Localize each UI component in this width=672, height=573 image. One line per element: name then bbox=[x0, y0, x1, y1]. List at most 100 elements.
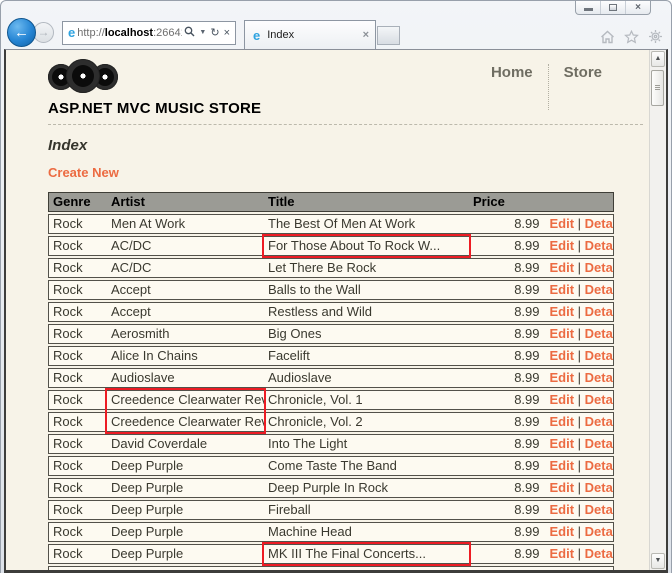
edit-link[interactable]: Edit bbox=[550, 348, 575, 363]
cell-price: 8.99 bbox=[469, 214, 542, 234]
cell-title: Facelift bbox=[264, 346, 469, 366]
album-table-body: Rock Men At Work The Best Of Men At Work 8.… bbox=[48, 214, 614, 570]
edit-link[interactable]: Edit bbox=[550, 458, 575, 473]
cell-artist: Deep Purple bbox=[107, 544, 264, 564]
details-link[interactable]: Details bbox=[585, 392, 613, 407]
edit-link[interactable]: Edit bbox=[550, 546, 575, 561]
site-title: ASP.NET MVC MUSIC STORE bbox=[48, 100, 262, 117]
tab-index[interactable]: e Index × bbox=[244, 20, 376, 49]
cell-price: 8.99 bbox=[469, 500, 542, 520]
cell-title: Chronicle, Vol. 1 bbox=[264, 390, 469, 410]
cell-artist: David Coverdale bbox=[107, 434, 264, 454]
cell-artist: Creedence Clearwater Revi... bbox=[107, 412, 264, 432]
nav-link-store[interactable]: Store bbox=[549, 64, 617, 81]
details-link[interactable]: Details bbox=[585, 546, 613, 561]
column-header-artist: Artist bbox=[107, 192, 264, 212]
cell-artist: AC/DC bbox=[107, 258, 264, 278]
edit-link[interactable]: Edit bbox=[550, 392, 575, 407]
table-header-row: Genre Artist Title Price bbox=[48, 192, 614, 212]
search-icon[interactable] bbox=[182, 26, 197, 40]
back-button[interactable]: ← bbox=[7, 17, 36, 47]
settings-gear-icon[interactable] bbox=[648, 29, 663, 44]
table-row: Rock Deep Purple MK III The Final Concerts… bbox=[48, 544, 614, 564]
cell-genre: Rock bbox=[48, 478, 107, 498]
details-link[interactable]: Details bbox=[585, 458, 613, 473]
favorites-star-icon[interactable] bbox=[624, 29, 639, 44]
edit-link[interactable]: Edit bbox=[550, 216, 575, 231]
cell-artist: Alice In Chains bbox=[107, 346, 264, 366]
create-new-link[interactable]: Create New bbox=[48, 165, 119, 180]
details-link[interactable]: Details bbox=[585, 480, 613, 495]
edit-link[interactable]: Edit bbox=[550, 568, 575, 570]
nav-buttons: → ← bbox=[7, 17, 59, 48]
vertical-scrollbar[interactable]: ▲ ▼ bbox=[649, 50, 666, 570]
edit-link[interactable]: Edit bbox=[550, 370, 575, 385]
details-link[interactable]: Details bbox=[585, 436, 613, 451]
cell-price: 8.99 bbox=[469, 368, 542, 388]
edit-link[interactable]: Edit bbox=[550, 260, 575, 275]
edit-link[interactable]: Edit bbox=[550, 414, 575, 429]
restore-button[interactable] bbox=[601, 1, 626, 14]
cell-price: 8.99 bbox=[469, 390, 542, 410]
scrollbar-track[interactable] bbox=[650, 68, 666, 552]
details-link[interactable]: Details bbox=[585, 568, 613, 570]
refresh-icon[interactable]: ↻ bbox=[208, 27, 221, 39]
cell-price: 8.99 bbox=[469, 280, 542, 300]
details-link[interactable]: Details bbox=[585, 326, 613, 341]
details-link[interactable]: Details bbox=[585, 282, 613, 297]
address-dropdown-icon[interactable]: ▼ bbox=[197, 27, 208, 39]
tab-close-icon[interactable]: × bbox=[363, 29, 369, 41]
scrollbar-thumb[interactable] bbox=[651, 70, 664, 106]
details-link[interactable]: Details bbox=[585, 524, 613, 539]
close-button[interactable]: × bbox=[626, 1, 650, 14]
brand-block: ASP.NET MVC MUSIC STORE bbox=[48, 52, 261, 117]
details-link[interactable]: Details bbox=[585, 414, 613, 429]
action-separator: | bbox=[574, 348, 585, 363]
cell-title: For Those About To Rock W... bbox=[264, 236, 469, 256]
stop-icon[interactable]: × bbox=[222, 27, 232, 39]
home-icon[interactable] bbox=[600, 30, 615, 44]
new-tab-button[interactable] bbox=[377, 26, 400, 45]
cell-genre: Rock bbox=[48, 346, 107, 366]
edit-link[interactable]: Edit bbox=[550, 238, 575, 253]
details-link[interactable]: Details bbox=[585, 260, 613, 275]
edit-link[interactable]: Edit bbox=[550, 326, 575, 341]
nav-link-home[interactable]: Home bbox=[476, 64, 548, 81]
cell-artist: Men At Work bbox=[107, 214, 264, 234]
action-separator: | bbox=[574, 568, 585, 570]
table-row: Rock Alice In Chains Facelift 8.99 Edit | De… bbox=[48, 346, 614, 366]
cell-artist: Deep Purple bbox=[107, 522, 264, 542]
minimize-button[interactable] bbox=[576, 1, 601, 14]
cell-price: 8.99 bbox=[469, 258, 542, 278]
cell-actions: Edit | Details | Delete bbox=[541, 368, 614, 388]
edit-link[interactable]: Edit bbox=[550, 502, 575, 517]
scroll-up-button[interactable]: ▲ bbox=[651, 51, 665, 67]
forward-button[interactable]: → bbox=[33, 21, 54, 43]
details-link[interactable]: Details bbox=[585, 216, 613, 231]
edit-link[interactable]: Edit bbox=[550, 436, 575, 451]
details-link[interactable]: Details bbox=[585, 370, 613, 385]
details-link[interactable]: Details bbox=[585, 238, 613, 253]
cell-genre: Rock bbox=[48, 544, 107, 564]
cell-actions: Edit | Details | Delete bbox=[541, 302, 614, 322]
close-icon: × bbox=[635, 1, 641, 13]
scroll-up-icon: ▲ bbox=[654, 55, 662, 62]
album-table: Genre Artist Title Price Rock Men At Work… bbox=[48, 190, 614, 570]
cell-actions: Edit | Details | Delete bbox=[541, 478, 614, 498]
edit-link[interactable]: Edit bbox=[550, 480, 575, 495]
cell-title: The Best Of Men At Work bbox=[264, 214, 469, 234]
action-separator: | bbox=[574, 546, 585, 561]
details-link[interactable]: Details bbox=[585, 304, 613, 319]
page-title: Index bbox=[48, 137, 88, 154]
details-link[interactable]: Details bbox=[585, 348, 613, 363]
details-link[interactable]: Details bbox=[585, 502, 613, 517]
edit-link[interactable]: Edit bbox=[550, 304, 575, 319]
page-content: ASP.NET MVC MUSIC STORE Home Store Index… bbox=[6, 50, 649, 570]
scroll-down-button[interactable]: ▼ bbox=[651, 553, 665, 569]
edit-link[interactable]: Edit bbox=[550, 524, 575, 539]
edit-link[interactable]: Edit bbox=[550, 282, 575, 297]
main-nav: Home Store bbox=[476, 52, 617, 117]
address-bar[interactable]: e http://localhost:26641/StoreMa ▼ ↻ × bbox=[62, 20, 236, 45]
cell-price: 8.99 bbox=[469, 412, 542, 432]
url-text[interactable]: http://localhost:26641/StoreMa bbox=[77, 27, 182, 39]
